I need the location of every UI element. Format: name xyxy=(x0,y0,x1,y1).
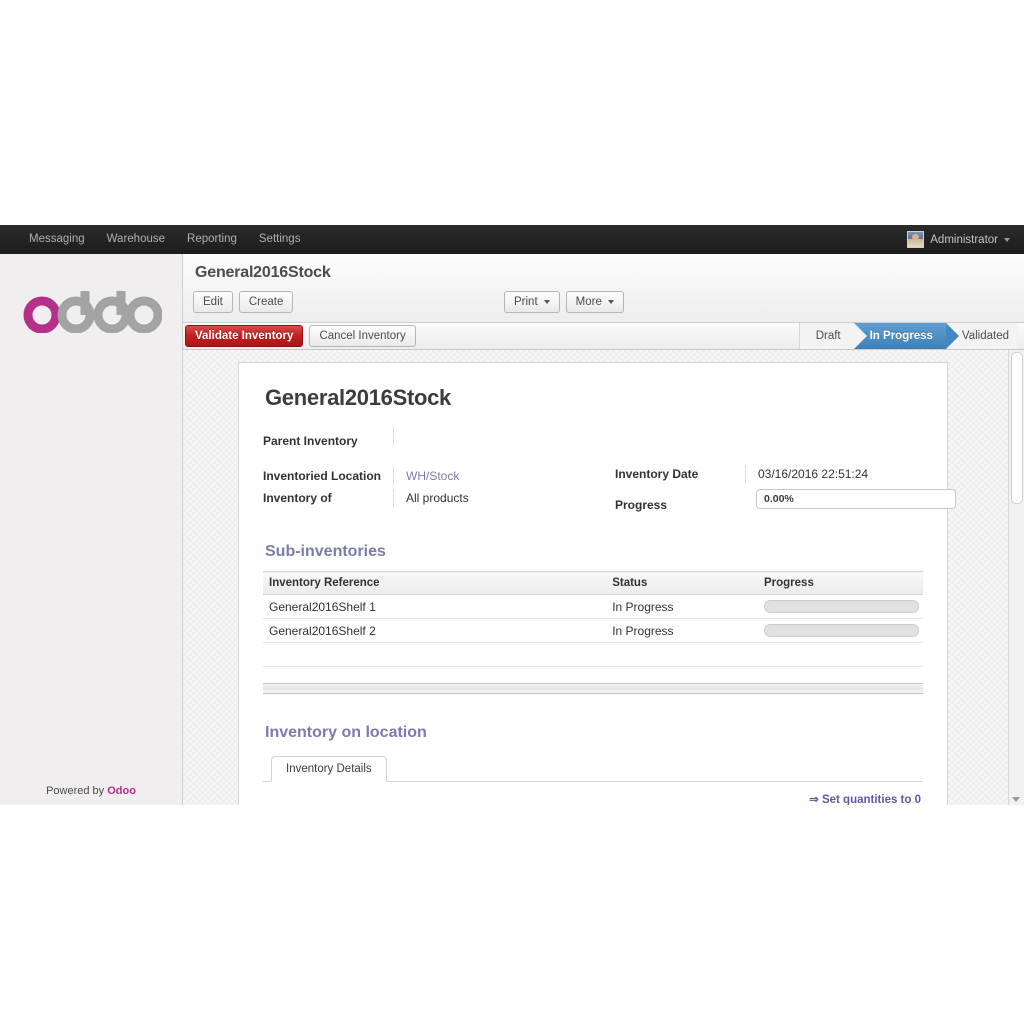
field-value-inventoried-location-wrap: WH/Stock xyxy=(393,467,593,485)
chevron-down-icon xyxy=(608,300,614,304)
field-inventoried-location: Inventoried Location WH/Stock xyxy=(263,467,593,488)
row-progress-bar xyxy=(764,600,919,613)
notebook-tabs: Inventory Details xyxy=(263,756,923,782)
field-value-inventoried-location[interactable]: WH/Stock xyxy=(406,469,459,483)
top-navbar: Messaging Warehouse Reporting Settings A… xyxy=(0,225,1024,254)
page-title: General2016Stock xyxy=(195,264,1012,282)
field-inventory-date: Inventory Date 03/16/2016 22:51:24 xyxy=(615,465,923,486)
table-row[interactable]: General2016Shelf 2 In Progress xyxy=(263,619,923,643)
status-step-draft[interactable]: Draft xyxy=(799,323,854,349)
row-progress-bar xyxy=(764,624,919,637)
field-parent-inventory: Parent Inventory xyxy=(263,427,593,448)
form-sheet: General2016Stock Parent Inventory Invent… xyxy=(238,362,948,805)
edit-button[interactable]: Edit xyxy=(193,291,233,313)
column-header-progress[interactable]: Progress xyxy=(758,572,923,595)
create-button[interactable]: Create xyxy=(239,291,294,313)
set-quantities-to-zero-link[interactable]: ⇒ Set quantities to 0 xyxy=(809,792,921,805)
cell-empty xyxy=(263,643,606,667)
record-title: General2016Stock xyxy=(265,385,923,411)
statusbar: Validate Inventory Cancel Inventory Draf… xyxy=(183,323,1024,350)
powered-by-brand[interactable]: Odoo xyxy=(107,785,136,797)
sidebar: Powered by Odoo xyxy=(0,254,183,805)
section-title-inventory-on-location: Inventory on location xyxy=(265,724,923,742)
user-menu[interactable]: Administrator xyxy=(907,231,1014,248)
progress-bar: 0.00% xyxy=(756,489,956,509)
cell-status: In Progress xyxy=(606,619,758,643)
sub-inventories-table: Inventory Reference Status Progress Gene… xyxy=(263,571,923,667)
field-value-progress-wrap: 0.00% xyxy=(745,489,956,509)
field-label-parent-inventory: Parent Inventory xyxy=(263,434,393,448)
more-dropdown-label: More xyxy=(576,296,602,308)
control-panel-dropdowns: Print More xyxy=(504,291,630,313)
set-quantities-row: ⇒ Set quantities to 0 xyxy=(263,782,923,805)
nav-item-reporting[interactable]: Reporting xyxy=(176,225,248,254)
scroll-down-icon[interactable] xyxy=(1012,797,1020,802)
form-content-area: General2016Stock Parent Inventory Invent… xyxy=(183,350,1024,805)
section-title-sub-inventories: Sub-inventories xyxy=(265,543,923,561)
main-column: General2016Stock Edit Create Print More … xyxy=(183,254,1024,805)
cancel-inventory-button[interactable]: Cancel Inventory xyxy=(309,325,415,347)
cell-progress xyxy=(758,595,923,619)
avatar xyxy=(907,231,924,248)
cell-inventory-reference: General2016Shelf 2 xyxy=(263,619,606,643)
scrollbar-thumb[interactable] xyxy=(1011,352,1023,504)
form-column-left: Parent Inventory Inventoried Location WH… xyxy=(263,427,593,513)
chevron-down-icon xyxy=(544,300,550,304)
user-menu-label: Administrator xyxy=(930,234,998,246)
tab-inventory-details[interactable]: Inventory Details xyxy=(271,756,387,782)
field-value-inventory-of[interactable]: All products xyxy=(393,489,593,507)
field-inventory-of: Inventory of All products xyxy=(263,489,593,510)
sub-inventories-table-body: General2016Shelf 1 In Progress General20… xyxy=(263,595,923,667)
nav-item-messaging[interactable]: Messaging xyxy=(18,225,96,254)
powered-by-footer: Powered by Odoo xyxy=(0,785,182,797)
control-panel: General2016Stock Edit Create Print More xyxy=(183,254,1024,323)
control-panel-buttons: Edit Create Print More xyxy=(193,291,1012,322)
cell-empty xyxy=(606,643,758,667)
section-divider xyxy=(263,683,923,694)
app-shell: Powered by Odoo General2016Stock Edit Cr… xyxy=(0,254,1024,805)
field-label-progress: Progress xyxy=(615,498,745,512)
field-progress: Progress 0.00% xyxy=(615,489,923,512)
field-value-inventory-date[interactable]: 03/16/2016 22:51:24 xyxy=(745,465,923,483)
odoo-logo-icon xyxy=(20,287,162,333)
field-label-inventoried-location: Inventoried Location xyxy=(263,469,393,483)
workflow-buttons: Validate Inventory Cancel Inventory xyxy=(183,325,422,347)
nav-item-warehouse[interactable]: Warehouse xyxy=(96,225,176,254)
odoo-logo[interactable] xyxy=(0,282,182,338)
column-header-inventory-reference[interactable]: Inventory Reference xyxy=(263,572,606,595)
powered-by-text: Powered by xyxy=(46,785,107,797)
notebook: Inventory Details ⇒ Set quantities to 0 … xyxy=(263,756,923,805)
field-label-inventory-date: Inventory Date xyxy=(615,467,745,481)
validate-inventory-button[interactable]: Validate Inventory xyxy=(185,325,303,347)
browser-viewport: Messaging Warehouse Reporting Settings A… xyxy=(0,225,1024,805)
more-dropdown-button[interactable]: More xyxy=(566,291,624,313)
sub-inventories-table-head: Inventory Reference Status Progress xyxy=(263,572,923,595)
table-row-empty[interactable] xyxy=(263,643,923,667)
cell-inventory-reference: General2016Shelf 1 xyxy=(263,595,606,619)
print-dropdown-label: Print xyxy=(514,296,538,308)
field-label-inventory-of: Inventory of xyxy=(263,491,393,505)
status-step-in-progress[interactable]: In Progress xyxy=(854,323,946,349)
progress-bar-label: 0.00% xyxy=(764,490,794,508)
column-header-status[interactable]: Status xyxy=(606,572,758,595)
table-row[interactable]: General2016Shelf 1 In Progress xyxy=(263,595,923,619)
form-column-right: Inventory Date 03/16/2016 22:51:24 Progr… xyxy=(593,427,923,513)
navbar-menu-list: Messaging Warehouse Reporting Settings xyxy=(18,225,311,254)
cell-progress xyxy=(758,619,923,643)
table-header-row: Inventory Reference Status Progress xyxy=(263,572,923,595)
field-value-parent-inventory[interactable] xyxy=(393,427,593,445)
cell-status: In Progress xyxy=(606,595,758,619)
form-spacer xyxy=(263,449,593,467)
status-steps: Draft In Progress Validated xyxy=(799,323,1024,349)
nav-item-settings[interactable]: Settings xyxy=(248,225,312,254)
vertical-scrollbar[interactable] xyxy=(1008,350,1024,805)
cell-empty xyxy=(758,643,923,667)
chevron-down-icon xyxy=(1004,238,1010,242)
form-groups: Parent Inventory Inventoried Location WH… xyxy=(263,427,923,513)
print-dropdown-button[interactable]: Print xyxy=(504,291,560,313)
